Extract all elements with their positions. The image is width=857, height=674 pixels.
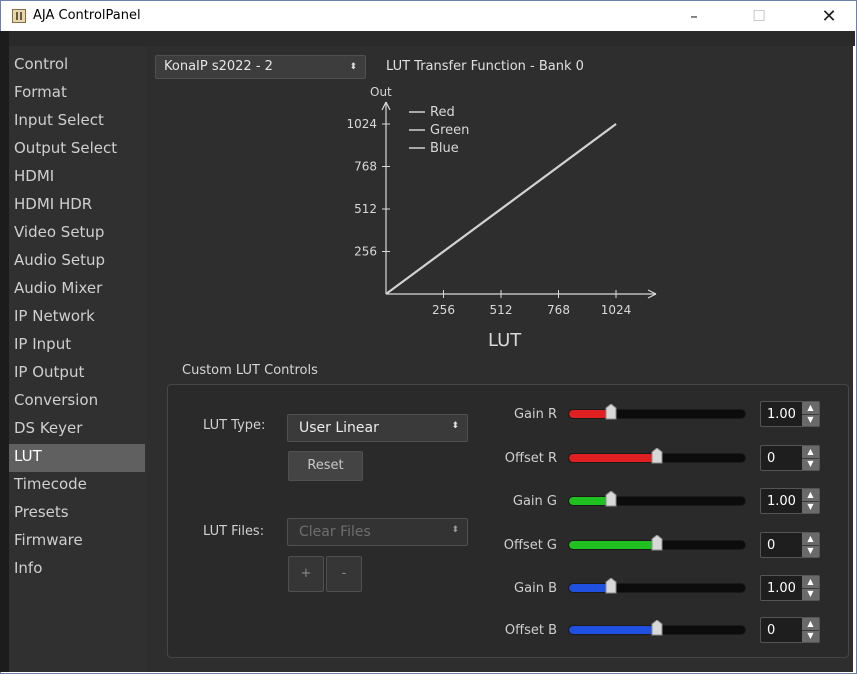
offset-g-value: 0 — [767, 538, 776, 553]
y-tick-label: 256 — [354, 245, 377, 259]
x-tick-label: 1024 — [601, 303, 632, 317]
gain-r-slider[interactable] — [568, 409, 746, 419]
offset-b-spinbox[interactable]: 0 ▲ ▼ — [760, 617, 820, 643]
sidebar-item-ip-input[interactable]: IP Input — [9, 332, 145, 360]
legend-label-red: Red — [430, 105, 455, 120]
remove-file-button[interactable]: - — [326, 556, 362, 592]
y-tick-label: 512 — [354, 202, 377, 216]
sidebar-item-output-select[interactable]: Output Select — [9, 136, 145, 164]
gain-r-spinbox[interactable]: 1.00 ▲ ▼ — [760, 401, 820, 427]
offset-b-fill — [569, 626, 658, 634]
select-arrows-icon: ⬍ — [349, 62, 357, 72]
gain-b-slider[interactable] — [568, 583, 746, 593]
aja-app-icon — [12, 9, 26, 23]
sidebar-item-input-select[interactable]: Input Select — [9, 108, 145, 136]
y-axis-label: Out — [370, 85, 392, 99]
lut-type-label: LUT Type: — [203, 418, 266, 433]
down-arrow-icon[interactable]: ▼ — [802, 501, 819, 513]
legend-label-blue: Blue — [430, 141, 459, 156]
gain-g-handle[interactable] — [605, 491, 617, 507]
offset-r-value: 0 — [767, 451, 776, 466]
x-tick-label: 256 — [432, 303, 455, 317]
lut-type-value: User Linear — [299, 420, 379, 436]
sidebar-item-ip-network[interactable]: IP Network — [9, 304, 145, 332]
offset-r-handle[interactable] — [651, 448, 663, 464]
offset-b-label: Offset B — [504, 623, 557, 638]
down-arrow-icon[interactable]: ▼ — [802, 630, 819, 642]
device-select[interactable]: KonaIP s2022 - 2 ⬍ — [155, 55, 366, 79]
sidebar-item-firmware[interactable]: Firmware — [9, 528, 145, 556]
lut-files-select[interactable]: Clear Files ⬍ — [287, 518, 468, 546]
x-tick-label: 512 — [490, 303, 513, 317]
sidebar-item-ip-output[interactable]: IP Output — [9, 360, 145, 388]
sidebar-item-timecode[interactable]: Timecode — [9, 472, 145, 500]
sidebar-item-hdmi[interactable]: HDMI — [9, 164, 145, 192]
offset-g-label: Offset G — [503, 538, 557, 553]
device-select-value: KonaIP s2022 - 2 — [164, 59, 273, 74]
custom-lut-group — [167, 384, 849, 658]
reset-button[interactable]: Reset — [288, 451, 363, 481]
gain-r-handle[interactable] — [605, 404, 617, 420]
top-frame-strip — [9, 31, 855, 46]
gain-g-slider[interactable] — [568, 496, 746, 506]
offset-g-fill — [569, 541, 658, 549]
sidebar-nav: Control Format Input Select Output Selec… — [9, 52, 145, 584]
offset-r-spinbox[interactable]: 0 ▲ ▼ — [760, 445, 820, 471]
sidebar-item-hdmi-hdr[interactable]: HDMI HDR — [9, 192, 145, 220]
gain-b-value: 1.00 — [767, 581, 796, 596]
down-arrow-icon[interactable]: ▼ — [802, 588, 819, 600]
sidebar-item-ds-keyer[interactable]: DS Keyer — [9, 416, 145, 444]
gain-b-handle[interactable] — [605, 578, 617, 594]
offset-g-spinbox[interactable]: 0 ▲ ▼ — [760, 532, 820, 558]
select-arrows-icon: ⬍ — [451, 525, 459, 535]
sidebar-item-control[interactable]: Control — [9, 52, 145, 80]
lut-files-label: LUT Files: — [203, 524, 265, 539]
offset-r-fill — [569, 454, 658, 462]
series-line-blue — [385, 123, 617, 295]
x-tick-label: 768 — [547, 303, 570, 317]
lut-type-select[interactable]: User Linear ⬍ — [287, 414, 468, 442]
lut-files-value: Clear Files — [299, 524, 371, 540]
window-title: AJA ControlPanel — [33, 8, 141, 23]
add-file-button[interactable]: + — [288, 556, 324, 592]
gain-g-label: Gain G — [512, 494, 557, 509]
gain-b-label: Gain B — [514, 581, 557, 596]
lut-chart-label: LUT — [488, 330, 522, 351]
custom-lut-title: Custom LUT Controls — [182, 363, 318, 378]
select-arrows-icon: ⬍ — [451, 421, 459, 431]
minimize-button[interactable]: – — [671, 1, 717, 32]
offset-r-label: Offset R — [504, 451, 557, 466]
chart-title: LUT Transfer Function - Bank 0 — [386, 59, 584, 74]
gain-b-spinbox[interactable]: 1.00 ▲ ▼ — [760, 575, 820, 601]
sidebar-item-conversion[interactable]: Conversion — [9, 388, 145, 416]
offset-g-handle[interactable] — [651, 535, 663, 551]
sidebar-item-lut[interactable]: LUT — [9, 444, 145, 472]
close-button[interactable]: ✕ — [806, 1, 852, 32]
sidebar-item-format[interactable]: Format — [9, 80, 145, 108]
y-tick-label: 1024 — [346, 117, 377, 131]
sidebar-item-audio-setup[interactable]: Audio Setup — [9, 248, 145, 276]
gain-r-label: Gain R — [513, 407, 557, 422]
y-tick-label: 768 — [354, 160, 377, 174]
sidebar-item-presets[interactable]: Presets — [9, 500, 145, 528]
lut-transfer-chart: OutIn25651276810242565127681024RedGreenB… — [346, 85, 657, 317]
gain-r-value: 1.00 — [767, 407, 796, 422]
sidebar-item-info[interactable]: Info — [9, 556, 145, 584]
down-arrow-icon[interactable]: ▼ — [802, 414, 819, 426]
left-frame-strip — [0, 31, 9, 672]
offset-b-handle[interactable] — [651, 620, 663, 636]
sidebar-item-audio-mixer[interactable]: Audio Mixer — [9, 276, 145, 304]
down-arrow-icon[interactable]: ▼ — [802, 458, 819, 470]
maximize-button[interactable]: ☐ — [736, 1, 782, 32]
legend-label-green: Green — [430, 123, 469, 138]
down-arrow-icon[interactable]: ▼ — [802, 545, 819, 557]
title-bar: AJA ControlPanel – ☐ ✕ — [1, 1, 856, 32]
gain-g-value: 1.00 — [767, 494, 796, 509]
sidebar-item-video-setup[interactable]: Video Setup — [9, 220, 145, 248]
gain-g-spinbox[interactable]: 1.00 ▲ ▼ — [760, 488, 820, 514]
offset-b-value: 0 — [767, 623, 776, 638]
